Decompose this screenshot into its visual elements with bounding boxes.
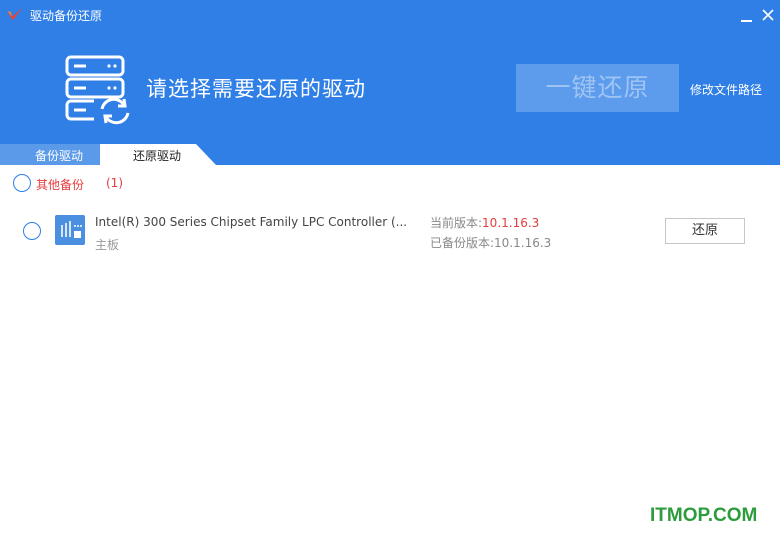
backup-version-label: 已备份版本:: [430, 236, 495, 250]
backup-version: 已备份版本:10.1.16.3: [430, 234, 551, 251]
driver-list-item[interactable]: Intel(R) 300 Series Chipset Family LPC C…: [0, 205, 780, 257]
driver-radio[interactable]: [23, 222, 41, 240]
group-label: 其他备份: [36, 178, 85, 192]
minimize-icon[interactable]: [735, 4, 757, 26]
current-version-value: 10.1.16.3: [482, 216, 540, 230]
site-watermark: ITMOP.COM: [650, 505, 758, 526]
page-heading: 请选择需要还原的驱动: [146, 77, 366, 101]
server-restore-icon: [65, 55, 130, 125]
app-title: 驱动备份还原: [30, 9, 103, 23]
tab-restore-drivers[interactable]: 还原驱动: [100, 144, 216, 165]
header-banner: 驱动备份还原 请选择需要还原的驱动 一键还原 修改文件路径 备份驱动 还原驱动: [0, 0, 780, 165]
one-key-restore-button[interactable]: 一键还原: [516, 64, 679, 112]
title-bar[interactable]: 驱动备份还原: [0, 0, 780, 30]
tab-label: 还原驱动: [133, 149, 182, 163]
close-icon[interactable]: [757, 4, 779, 26]
group-radio[interactable]: [13, 174, 31, 192]
modify-path-link[interactable]: 修改文件路径: [690, 81, 762, 98]
group-count: (1): [106, 176, 123, 190]
tab-bar: 备份驱动 还原驱动: [0, 144, 780, 165]
restore-button[interactable]: 还原: [665, 218, 745, 244]
driver-category: 主板: [95, 238, 120, 252]
red-check-logo-icon: [7, 8, 22, 20]
tab-label: 备份驱动: [35, 149, 84, 163]
driver-name: Intel(R) 300 Series Chipset Family LPC C…: [95, 215, 408, 229]
backup-group-header[interactable]: 其他备份 (1): [0, 165, 780, 201]
current-version: 当前版本:10.1.16.3: [430, 214, 539, 231]
backup-version-value: 10.1.16.3: [494, 236, 552, 250]
tab-backup-drivers[interactable]: 备份驱动: [0, 144, 121, 165]
chip-icon: [55, 215, 85, 245]
current-version-label: 当前版本:: [430, 216, 483, 230]
